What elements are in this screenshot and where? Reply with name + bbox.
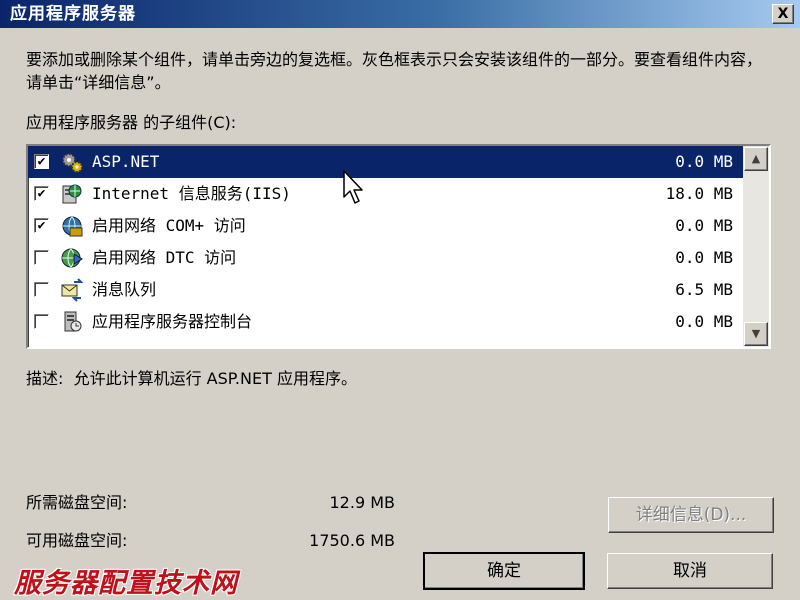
subcomponents-label: 应用程序服务器 的子组件(C): — [26, 113, 237, 132]
component-name: ASP.NET — [92, 152, 160, 171]
arrow-down-icon: ▼ — [751, 327, 761, 340]
component-checkbox[interactable] — [34, 282, 49, 297]
message-queue-icon — [60, 278, 84, 302]
ok-button[interactable]: 确定 — [423, 552, 585, 590]
component-checkbox[interactable]: ✔ — [34, 186, 49, 201]
component-checkbox[interactable] — [34, 314, 49, 329]
list-item[interactable]: ✔ 启用网络 COM+ 访问 0.0 MB — [28, 210, 743, 242]
required-space-label: 所需磁盘空间: — [26, 493, 128, 512]
scroll-up-button[interactable]: ▲ — [744, 147, 768, 171]
list-item[interactable]: ✔ ASP.NET 0.0 MB — [28, 146, 743, 178]
com-network-icon — [60, 214, 84, 238]
list-item[interactable]: 应用程序服务器控制台 0.0 MB — [28, 306, 743, 338]
component-checkbox[interactable] — [34, 250, 49, 265]
details-button[interactable]: 详细信息(D)... — [608, 497, 774, 533]
title-bar: 应用程序服务器 X — [0, 0, 800, 28]
components-rows: ✔ ASP.NET 0.0 MB ✔ Internet 信息服务(IIS) 18.0 MB… — [28, 146, 743, 338]
gears-icon — [60, 150, 84, 174]
window-title: 应用程序服务器 — [10, 4, 136, 24]
list-item[interactable]: 消息队列 6.5 MB — [28, 274, 743, 306]
instructions-text: 要添加或删除某个组件，请单击旁边的复选框。灰色框表示只会安装该组件的一部分。要查… — [26, 50, 763, 92]
component-checkbox[interactable]: ✔ — [34, 154, 49, 169]
component-name: Internet 信息服务(IIS) — [92, 184, 291, 203]
description: 描述: 允许此计算机运行 ASP.NET 应用程序。 — [26, 368, 357, 390]
mouse-cursor-icon — [343, 170, 363, 204]
component-size: 0.0 MB — [675, 216, 733, 235]
arrow-up-icon: ▲ — [751, 152, 761, 165]
close-button[interactable]: X — [772, 4, 794, 24]
available-space-label: 可用磁盘空间: — [26, 531, 128, 550]
components-list[interactable]: ✔ ASP.NET 0.0 MB ✔ Internet 信息服务(IIS) 18.0 MB… — [26, 144, 771, 349]
component-size: 6.5 MB — [675, 280, 733, 299]
cancel-button[interactable]: 取消 — [607, 553, 773, 589]
component-name: 启用网络 COM+ 访问 — [92, 216, 246, 235]
vertical-scrollbar[interactable]: ▲ ▼ — [743, 146, 769, 347]
component-name: 启用网络 DTC 访问 — [92, 248, 237, 267]
description-text: 允许此计算机运行 ASP.NET 应用程序。 — [73, 369, 357, 388]
available-space-value: 1750.6 MB — [309, 531, 395, 550]
close-icon: X — [777, 6, 789, 22]
server-console-icon — [60, 310, 84, 334]
iis-icon — [60, 182, 84, 206]
dtc-network-icon — [60, 246, 84, 270]
component-size: 0.0 MB — [675, 248, 733, 267]
component-size: 0.0 MB — [675, 152, 733, 171]
watermark: 服务器配置技术网 — [14, 568, 238, 599]
component-size: 18.0 MB — [665, 184, 733, 203]
component-checkbox[interactable]: ✔ — [34, 218, 49, 233]
required-space-value: 12.9 MB — [329, 493, 396, 512]
list-item[interactable]: 启用网络 DTC 访问 0.0 MB — [28, 242, 743, 274]
component-name: 消息队列 — [92, 280, 157, 299]
description-label: 描述: — [26, 369, 64, 388]
component-name: 应用程序服务器控制台 — [92, 312, 253, 331]
component-size: 0.0 MB — [675, 312, 733, 331]
scroll-down-button[interactable]: ▼ — [744, 322, 768, 346]
list-item[interactable]: ✔ Internet 信息服务(IIS) 18.0 MB — [28, 178, 743, 210]
